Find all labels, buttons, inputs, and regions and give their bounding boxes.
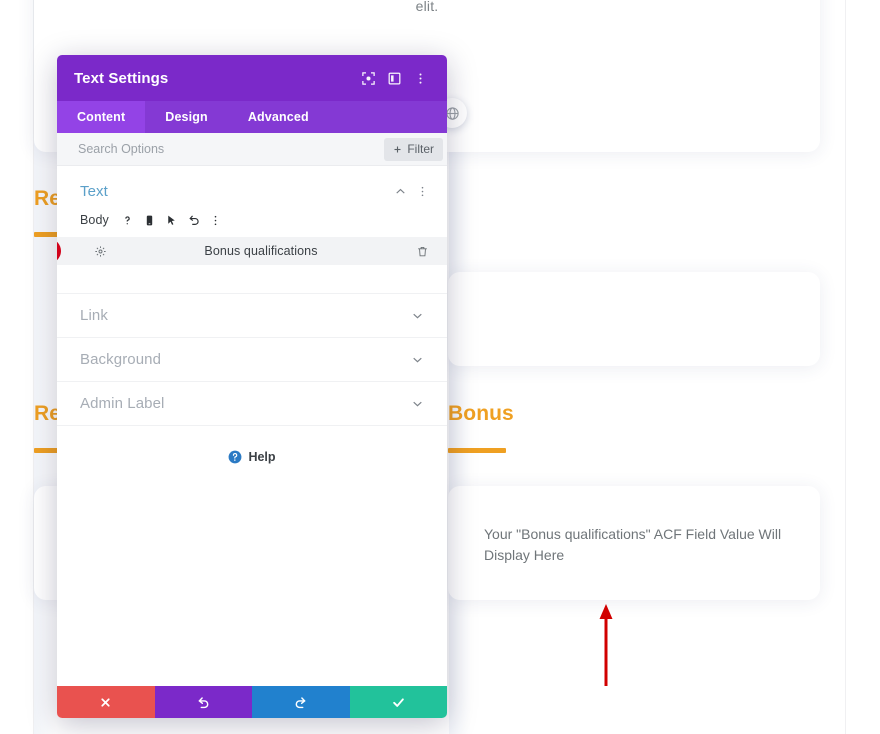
save-button[interactable] <box>350 686 448 718</box>
help-row[interactable]: Help <box>57 425 447 464</box>
undo-button[interactable] <box>155 686 253 718</box>
body-toolbar-label: Body <box>80 213 109 227</box>
reset-undo-icon[interactable] <box>184 210 204 230</box>
section-admin-label[interactable]: Admin Label <box>57 381 447 425</box>
search-input[interactable] <box>78 133 384 165</box>
undo-icon <box>196 695 211 710</box>
search-filter-row: Filter <box>57 133 447 166</box>
panel-layout-icon[interactable] <box>381 65 407 91</box>
redo-button[interactable] <box>252 686 350 718</box>
body-options-toolbar: Body <box>57 210 447 235</box>
help-circle-icon <box>228 450 242 464</box>
filter-button[interactable]: Filter <box>384 138 443 161</box>
chevron-down-icon[interactable] <box>406 393 428 415</box>
canvas-card-bottom-right: Your "Bonus qualifications" ACF Field Va… <box>448 486 820 600</box>
modal-tab-bar: Content Design Advanced <box>57 101 447 133</box>
filter-button-label: Filter <box>407 142 434 156</box>
plus-icon <box>393 145 402 154</box>
section-link-title: Link <box>80 307 406 324</box>
help-question-icon[interactable] <box>118 210 138 230</box>
dynamic-field-value: Bonus qualifications <box>109 244 413 258</box>
chevron-down-icon[interactable] <box>406 305 428 327</box>
section-background[interactable]: Background <box>57 337 447 381</box>
tab-content[interactable]: Content <box>57 101 145 133</box>
section-link[interactable]: Link <box>57 293 447 337</box>
cancel-button[interactable] <box>57 686 155 718</box>
canvas-top-paragraph-text: elit. <box>34 0 820 14</box>
dynamic-content-field-row[interactable]: 1 Bonus qualifications <box>57 237 447 265</box>
redo-icon <box>293 695 308 710</box>
modal-title: Text Settings <box>74 70 355 87</box>
section-text-title: Text <box>80 183 389 200</box>
section-admin-label-title: Admin Label <box>80 395 406 412</box>
modal-action-bar <box>57 686 447 718</box>
close-x-icon <box>99 696 112 709</box>
text-settings-modal: Text Settings Content Design Advanced <box>57 55 447 718</box>
trash-icon[interactable] <box>413 242 431 260</box>
checkmark-icon <box>391 695 406 710</box>
canvas-right-rail <box>845 0 846 734</box>
cursor-pointer-icon[interactable] <box>162 210 182 230</box>
canvas-card-middle-right <box>448 272 820 366</box>
section-text-header[interactable]: Text <box>57 166 447 210</box>
canvas-heading-bonus: Bonus <box>448 402 514 426</box>
more-vertical-icon[interactable] <box>411 180 433 202</box>
red-up-arrow-annotation <box>598 604 614 686</box>
chevron-down-icon[interactable] <box>406 349 428 371</box>
help-label: Help <box>248 450 275 464</box>
modal-body: Text Body <box>57 166 447 686</box>
section-background-title: Background <box>80 351 406 368</box>
canvas-acf-placeholder-text: Your "Bonus qualifications" ACF Field Va… <box>484 524 792 566</box>
mobile-device-icon[interactable] <box>140 210 160 230</box>
gear-icon[interactable] <box>91 242 109 260</box>
more-vertical-icon[interactable] <box>206 210 226 230</box>
target-focus-icon[interactable] <box>355 65 381 91</box>
tab-advanced[interactable]: Advanced <box>228 101 329 133</box>
canvas-heading-underline-3 <box>448 448 506 453</box>
chevron-up-icon[interactable] <box>389 180 411 202</box>
more-vertical-icon[interactable] <box>407 65 433 91</box>
tab-design[interactable]: Design <box>145 101 228 133</box>
step-number-badge: 1 <box>57 239 61 264</box>
modal-titlebar: Text Settings <box>57 55 447 101</box>
